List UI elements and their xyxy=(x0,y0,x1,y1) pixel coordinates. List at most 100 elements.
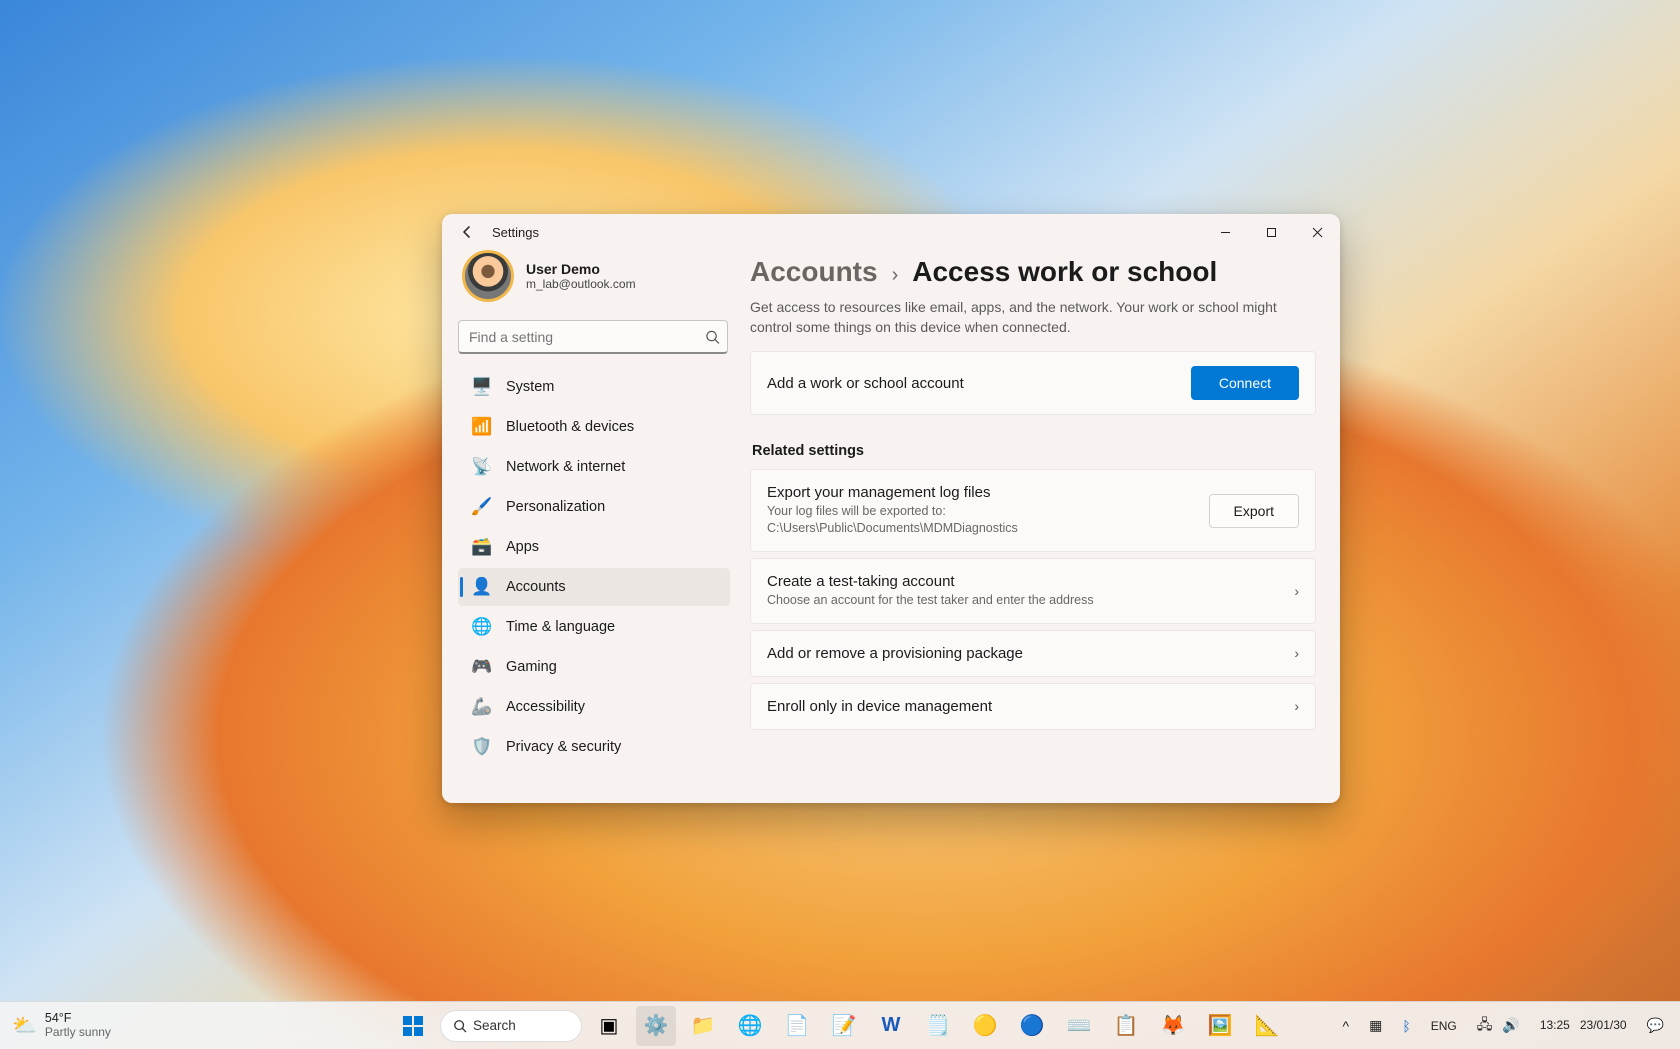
breadcrumb: Accounts › Access work or school xyxy=(750,256,1316,288)
taskbar-app-1[interactable]: 📄 xyxy=(777,1006,817,1046)
taskbar-app-edge[interactable]: 🌐 xyxy=(730,1006,770,1046)
bluetooth-icon: ᛒ xyxy=(1402,1018,1410,1034)
minimize-icon xyxy=(1220,227,1231,238)
taskbar-app-word[interactable]: W xyxy=(871,1006,911,1046)
taskbar-app-6[interactable]: 📐 xyxy=(1247,1006,1287,1046)
sidebar-item-label: Gaming xyxy=(506,659,557,675)
add-account-title: Add a work or school account xyxy=(767,375,964,392)
sidebar-item-label: Accessibility xyxy=(506,699,585,715)
provisioning-card[interactable]: Add or remove a provisioning package › xyxy=(750,630,1316,677)
taskbar-app-chrome[interactable]: 🔵 xyxy=(1012,1006,1052,1046)
task-view-button[interactable]: ▣ xyxy=(589,1006,629,1046)
enroll-card[interactable]: Enroll only in device management › xyxy=(750,683,1316,730)
tray-clock[interactable]: 13:25 23/01/30 xyxy=(1534,1014,1633,1036)
sidebar-item-gaming[interactable]: 🎮 Gaming xyxy=(458,648,730,686)
apps-icon: 🗃️ xyxy=(472,537,492,557)
tray-item[interactable]: ▦ xyxy=(1363,1013,1388,1038)
main-content: Accounts › Access work or school Get acc… xyxy=(742,250,1340,803)
back-button[interactable] xyxy=(456,221,478,243)
person-icon: 👤 xyxy=(472,577,492,597)
sidebar-item-time[interactable]: 🌐 Time & language xyxy=(458,608,730,646)
wifi-icon: 📡 xyxy=(472,457,492,477)
sidebar-item-label: Bluetooth & devices xyxy=(506,419,634,435)
sidebar-item-accessibility[interactable]: 🦾 Accessibility xyxy=(458,688,730,726)
related-settings-heading: Related settings xyxy=(752,443,1316,459)
notepad-icon: 📝 xyxy=(832,1013,857,1038)
connect-button[interactable]: Connect xyxy=(1191,366,1299,400)
taskbar-search[interactable]: Search xyxy=(440,1010,582,1042)
sidebar-item-apps[interactable]: 🗃️ Apps xyxy=(458,528,730,566)
sidebar-item-personalization[interactable]: 🖌️ Personalization xyxy=(458,488,730,526)
taskbar-app-5[interactable]: 🖼️ xyxy=(1200,1006,1240,1046)
tray-date: 23/01/30 xyxy=(1580,1018,1627,1032)
tray-time: 13:25 xyxy=(1540,1018,1570,1032)
titlebar[interactable]: Settings xyxy=(442,214,1340,250)
sidebar: User Demo m_lab@outlook.com 🖥️ System 📶 xyxy=(442,250,742,803)
taskbar-app-notepad[interactable]: 📝 xyxy=(824,1006,864,1046)
tray-quick-settings[interactable]: 🖧 🔊 xyxy=(1471,1010,1526,1042)
chevron-right-icon: › xyxy=(1294,698,1299,714)
app-icon: 📋 xyxy=(1114,1013,1139,1038)
maximize-icon xyxy=(1266,227,1277,238)
profile-card[interactable]: User Demo m_lab@outlook.com xyxy=(458,250,732,316)
sidebar-item-label: Time & language xyxy=(506,619,615,635)
sidebar-item-privacy[interactable]: 🛡️ Privacy & security xyxy=(458,728,730,766)
taskbar-app-3[interactable]: 🟡 xyxy=(965,1006,1005,1046)
sidebar-item-label: Network & internet xyxy=(506,459,625,475)
close-button[interactable] xyxy=(1294,214,1340,250)
maximize-button[interactable] xyxy=(1248,214,1294,250)
card-subtitle: Choose an account for the test taker and… xyxy=(767,592,1094,609)
minimize-button[interactable] xyxy=(1202,214,1248,250)
system-tray: ^ ▦ ᛒ ENG 🖧 🔊 13:25 23/01/30 💬 xyxy=(1337,1002,1670,1049)
sidebar-item-label: System xyxy=(506,379,554,395)
app-icon: 📐 xyxy=(1255,1013,1280,1038)
windows-logo-icon xyxy=(403,1016,423,1036)
firefox-icon: 🦊 xyxy=(1161,1013,1186,1038)
taskbar-app-2[interactable]: 🗒️ xyxy=(918,1006,958,1046)
page-title: Access work or school xyxy=(912,256,1217,288)
search-icon xyxy=(453,1019,467,1033)
app-icon: 🟡 xyxy=(973,1013,998,1038)
brush-icon: 🖌️ xyxy=(472,497,492,517)
chevron-right-icon: › xyxy=(1294,645,1299,661)
breadcrumb-parent[interactable]: Accounts xyxy=(750,256,878,288)
tray-bluetooth[interactable]: ᛒ xyxy=(1396,1014,1416,1038)
folder-icon: 📁 xyxy=(691,1013,716,1038)
taskbar-app-terminal[interactable]: ⌨️ xyxy=(1059,1006,1099,1046)
gamepad-icon: 🎮 xyxy=(472,657,492,677)
profile-email: m_lab@outlook.com xyxy=(526,277,636,291)
taskbar-weather[interactable]: ⛅ 54°F Partly sunny xyxy=(12,1002,111,1049)
export-logs-card: Export your management log files Your lo… xyxy=(750,469,1316,552)
taskbar-app-explorer[interactable]: 📁 xyxy=(683,1006,723,1046)
edge-icon: 🌐 xyxy=(738,1013,763,1038)
taskbar-app-settings[interactable]: ⚙️ xyxy=(636,1006,676,1046)
tray-overflow[interactable]: ^ xyxy=(1337,1014,1356,1038)
card-title: Add or remove a provisioning package xyxy=(767,645,1023,662)
network-icon: 🖧 xyxy=(1477,1014,1493,1038)
sidebar-item-label: Apps xyxy=(506,539,539,555)
sidebar-item-bluetooth[interactable]: 📶 Bluetooth & devices xyxy=(458,408,730,446)
test-account-card[interactable]: Create a test-taking account Choose an a… xyxy=(750,558,1316,624)
word-icon: W xyxy=(882,1014,901,1037)
card-title: Enroll only in device management xyxy=(767,698,992,715)
app-title: Settings xyxy=(492,225,539,240)
sidebar-item-label: Privacy & security xyxy=(506,739,621,755)
desktop: Settings User Demo xyxy=(0,0,1680,1049)
taskbar-app-firefox[interactable]: 🦊 xyxy=(1153,1006,1193,1046)
card-subtitle: Your log files will be exported to: C:\U… xyxy=(767,503,1097,537)
taskbar-app-4[interactable]: 📋 xyxy=(1106,1006,1146,1046)
export-button[interactable]: Export xyxy=(1209,494,1299,528)
tray-language[interactable]: ENG xyxy=(1425,1015,1463,1037)
add-account-card: Add a work or school account Connect xyxy=(750,351,1316,415)
sidebar-item-network[interactable]: 📡 Network & internet xyxy=(458,448,730,486)
globe-icon: 🌐 xyxy=(472,617,492,637)
display-icon: 🖥️ xyxy=(472,377,492,397)
start-button[interactable] xyxy=(393,1006,433,1046)
chevron-right-icon: › xyxy=(892,264,899,287)
tray-notifications[interactable]: 💬 xyxy=(1641,1013,1670,1038)
chrome-icon: 🔵 xyxy=(1020,1013,1045,1038)
terminal-icon: ⌨️ xyxy=(1067,1013,1092,1038)
sidebar-item-accounts[interactable]: 👤 Accounts xyxy=(458,568,730,606)
sidebar-item-system[interactable]: 🖥️ System xyxy=(458,368,730,406)
search-input[interactable] xyxy=(458,320,728,354)
